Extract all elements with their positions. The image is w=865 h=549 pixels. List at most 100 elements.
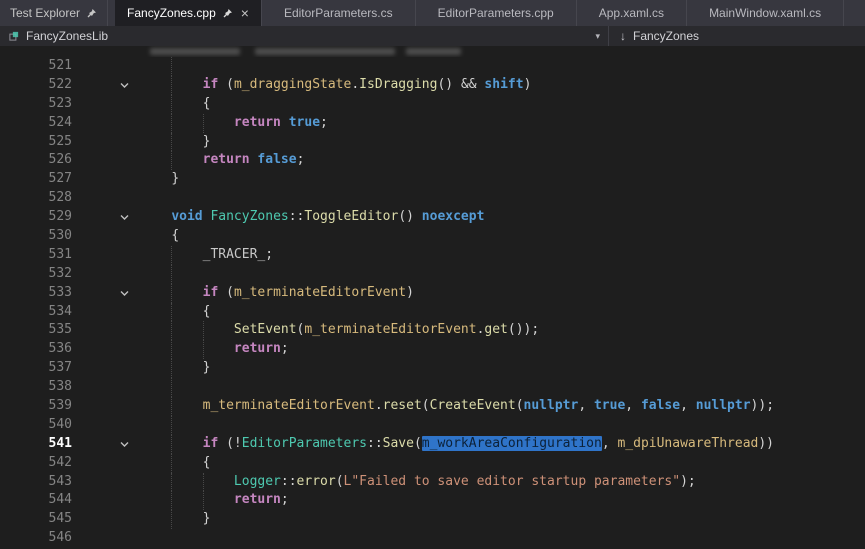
code-line[interactable]: 522 if (m_draggingState.IsDragging() && … [0, 76, 865, 95]
line-number[interactable]: 525 [0, 133, 76, 152]
code-text[interactable]: return; [140, 340, 865, 359]
code-text[interactable] [140, 416, 865, 435]
code-text[interactable]: { [140, 95, 865, 114]
indent-guide [171, 284, 172, 303]
tab-editorparameters-cs[interactable]: EditorParameters.cs [262, 0, 416, 26]
code-line[interactable]: 539 m_terminateEditorEvent.reset(CreateE… [0, 397, 865, 416]
code-line[interactable]: 538 [0, 378, 865, 397]
type-dropdown[interactable]: ↓ FancyZones [609, 26, 865, 46]
code-text[interactable]: if (m_terminateEditorEvent) [140, 284, 865, 303]
fold-margin [76, 303, 140, 322]
line-number[interactable]: 533 [0, 284, 76, 303]
code-area[interactable]: 521522 if (m_draggingState.IsDragging() … [0, 46, 865, 549]
code-text[interactable] [140, 265, 865, 284]
code-text[interactable]: } [140, 133, 865, 152]
code-line[interactable]: 529 void FancyZones::ToggleEditor() noex… [0, 208, 865, 227]
code-text[interactable]: return true; [140, 114, 865, 133]
code-text[interactable]: if (!EditorParameters::Save(m_workAreaCo… [140, 435, 865, 454]
code-text[interactable] [140, 189, 865, 208]
line-number[interactable]: 530 [0, 227, 76, 246]
code-line[interactable]: 537 } [0, 359, 865, 378]
code-text[interactable]: } [140, 510, 865, 529]
code-line[interactable]: 524 return true; [0, 114, 865, 133]
code-line[interactable]: 540 [0, 416, 865, 435]
indent-guide [171, 454, 172, 473]
tab-test-explorer[interactable]: Test Explorer [0, 0, 108, 26]
line-number[interactable]: 546 [0, 529, 76, 548]
pin-icon[interactable] [86, 8, 97, 19]
code-line[interactable]: 523 { [0, 95, 865, 114]
close-icon[interactable]: × [241, 6, 249, 20]
code-text[interactable]: if (m_draggingState.IsDragging() && shif… [140, 76, 865, 95]
line-number[interactable]: 539 [0, 397, 76, 416]
line-number[interactable]: 531 [0, 246, 76, 265]
tab-editorparameters-cpp[interactable]: EditorParameters.cpp [416, 0, 577, 26]
line-number[interactable]: 540 [0, 416, 76, 435]
code-line[interactable]: 542 { [0, 454, 865, 473]
line-number[interactable]: 521 [0, 57, 76, 76]
line-number[interactable]: 536 [0, 340, 76, 359]
code-line[interactable]: 530 { [0, 227, 865, 246]
code-line[interactable]: 525 } [0, 133, 865, 152]
code-text[interactable]: return; [140, 491, 865, 510]
code-text[interactable]: m_terminateEditorEvent.reset(CreateEvent… [140, 397, 865, 416]
fold-chevron-icon[interactable] [76, 208, 140, 227]
code-text[interactable]: return false; [140, 151, 865, 170]
line-number[interactable]: 538 [0, 378, 76, 397]
code-line[interactable]: 521 [0, 57, 865, 76]
code-text[interactable]: } [140, 170, 865, 189]
code-text[interactable] [140, 57, 865, 76]
project-dropdown[interactable]: FancyZonesLib ▾ [0, 26, 608, 46]
code-text[interactable] [140, 378, 865, 397]
line-number[interactable]: 529 [0, 208, 76, 227]
pin-icon[interactable] [222, 8, 233, 19]
tab-mainwindow-xaml-cs[interactable]: MainWindow.xaml.cs [687, 0, 844, 26]
indent-guide [171, 416, 172, 435]
code-text[interactable]: { [140, 303, 865, 322]
code-line[interactable]: 541 if (!EditorParameters::Save(m_workAr… [0, 435, 865, 454]
code-line[interactable]: 532 [0, 265, 865, 284]
code-line[interactable]: 528 [0, 189, 865, 208]
line-number[interactable]: 534 [0, 303, 76, 322]
code-line[interactable]: 536 return; [0, 340, 865, 359]
tab-label: App.xaml.cs [599, 6, 664, 20]
fold-chevron-icon[interactable] [76, 76, 140, 95]
code-text[interactable]: void FancyZones::ToggleEditor() noexcept [140, 208, 865, 227]
line-number[interactable]: 523 [0, 95, 76, 114]
code-text[interactable]: Logger::error(L"Failed to save editor st… [140, 473, 865, 492]
line-number[interactable]: 544 [0, 491, 76, 510]
line-number[interactable]: 522 [0, 76, 76, 95]
line-number[interactable]: 537 [0, 359, 76, 378]
code-line[interactable]: 531 _TRACER_; [0, 246, 865, 265]
line-number[interactable]: 527 [0, 170, 76, 189]
line-number[interactable]: 543 [0, 473, 76, 492]
code-line[interactable]: 545 } [0, 510, 865, 529]
tab-fancyzones-cpp[interactable]: FancyZones.cpp × [115, 0, 262, 26]
code-line[interactable]: 533 if (m_terminateEditorEvent) [0, 284, 865, 303]
code-line[interactable]: 546 [0, 529, 865, 548]
line-number[interactable]: 532 [0, 265, 76, 284]
line-number[interactable]: 526 [0, 151, 76, 170]
code-line[interactable]: 527 } [0, 170, 865, 189]
code-line[interactable]: 534 { [0, 303, 865, 322]
line-number[interactable]: 545 [0, 510, 76, 529]
fold-chevron-icon[interactable] [76, 284, 140, 303]
code-line[interactable]: 535 SetEvent(m_terminateEditorEvent.get(… [0, 321, 865, 340]
code-text[interactable]: { [140, 454, 865, 473]
code-line[interactable]: 544 return; [0, 491, 865, 510]
code-text[interactable]: SetEvent(m_terminateEditorEvent.get()); [140, 321, 865, 340]
code-text[interactable] [140, 529, 865, 548]
line-number[interactable]: 541 [0, 435, 76, 454]
line-number[interactable]: 524 [0, 114, 76, 133]
line-number[interactable]: 528 [0, 189, 76, 208]
tab-app-xaml-cs[interactable]: App.xaml.cs [577, 0, 687, 26]
code-line[interactable]: 543 Logger::error(L"Failed to save edito… [0, 473, 865, 492]
code-text[interactable]: { [140, 227, 865, 246]
code-text[interactable]: } [140, 359, 865, 378]
line-number[interactable]: 535 [0, 321, 76, 340]
line-number[interactable]: 542 [0, 454, 76, 473]
fold-chevron-icon[interactable] [76, 435, 140, 454]
code-text[interactable]: _TRACER_; [140, 246, 865, 265]
code-line[interactable]: 526 return false; [0, 151, 865, 170]
navigation-bar: FancyZonesLib ▾ ↓ FancyZones [0, 26, 865, 46]
